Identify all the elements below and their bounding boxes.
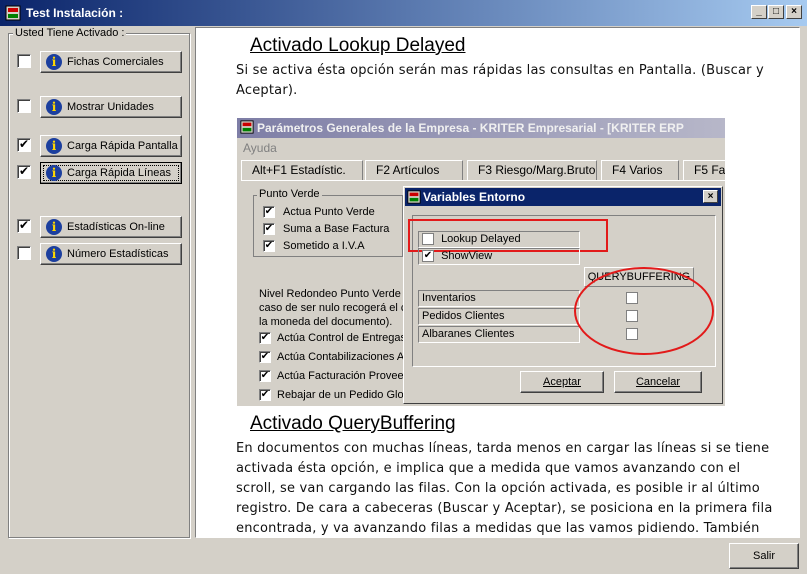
lookup-delayed-checkbox <box>422 233 434 246</box>
info-icon: i <box>46 246 62 262</box>
shot-check: ✔ <box>263 223 275 235</box>
shot-punto-verde-label: Punto Verde <box>257 188 322 200</box>
row-pedidos-clientes: Pedidos Clientes <box>418 308 580 325</box>
carga-rapida-lineas-label: Carga Rápida Líneas <box>67 167 171 179</box>
shot-tab-fa: F5 Fa <box>683 160 725 180</box>
dialog-titlebar: Variables Entorno × <box>405 188 721 206</box>
red-highlight-ellipse <box>574 267 714 355</box>
dialog-close-button: × <box>703 190 718 203</box>
shot-menu-ayuda: Ayuda <box>243 141 277 155</box>
dialog-title: Variables Entorno <box>423 190 526 204</box>
showview-checkbox: ✔ <box>422 250 434 263</box>
checkbox-carga-rapida-pantalla[interactable]: ✔ <box>17 138 31 152</box>
bottom-bar: Salir <box>0 538 807 574</box>
shot-check: ✔ <box>263 240 275 252</box>
fichas-comerciales-button[interactable]: i Fichas Comerciales <box>40 51 182 73</box>
checkbox-carga-rapida-lineas[interactable]: ✔ <box>17 165 31 179</box>
shot-punto-item: Actua Punto Verde <box>283 206 375 218</box>
mostrar-unidades-label: Mostrar Unidades <box>67 101 154 113</box>
checkbox-fichas-comerciales[interactable] <box>17 54 31 68</box>
shot-check: ✔ <box>259 389 271 401</box>
para-querybuffering-line: encontrada, y va avanzando filas a medid… <box>236 521 760 536</box>
window-title: Test Instalación : <box>26 6 124 20</box>
carga-rapida-pantalla-label: Carga Rápida Pantalla <box>67 140 178 152</box>
shot-tab-articulos: F2 Artículos <box>365 160 463 180</box>
shot-titlebar: Parámetros Generales de la Empresa - KRI… <box>237 118 725 138</box>
shot-tab-estadisticas: Alt+F1 Estadístic. <box>241 160 363 180</box>
shot-redondeo-line: Nivel Redondeo Punto Verde <box>259 288 401 300</box>
checkbox-mostrar-unidades[interactable] <box>17 99 31 113</box>
shot-tab-varios: F4 Varios <box>601 160 679 180</box>
showview-row: ✔ ShowView <box>418 248 580 265</box>
info-icon: i <box>46 219 62 235</box>
carga-rapida-pantalla-button[interactable]: i Carga Rápida Pantalla <box>40 135 182 157</box>
shot-punto-item: Suma a Base Factura <box>283 223 390 235</box>
row-inventarios: Inventarios <box>418 290 580 307</box>
exit-button[interactable]: Salir <box>729 543 799 569</box>
app-icon <box>240 120 254 134</box>
shot-punto-item: Sometido a I.V.A <box>283 240 365 252</box>
embedded-screenshot: Parámetros Generales de la Empresa - KRI… <box>237 118 725 406</box>
para-querybuffering-line: registro. De cara a cabeceras (Buscar y … <box>236 501 773 516</box>
shot-variables-entorno-dialog: Variables Entorno × Lookup Delayed ✔ Sho… <box>403 186 723 404</box>
numero-estadisticas-label: Número Estadísticas <box>67 248 169 260</box>
shot-actua-item: Actúa Control de Entregas <box>277 332 407 344</box>
shot-check: ✔ <box>259 370 271 382</box>
heading-lookup-delayed: Activado Lookup Delayed <box>250 35 466 56</box>
lookup-delayed-row: Lookup Delayed <box>418 231 580 248</box>
mostrar-unidades-button[interactable]: i Mostrar Unidades <box>40 96 182 118</box>
estadisticas-online-button[interactable]: i Estadísticas On-line <box>40 216 182 238</box>
fichas-comerciales-label: Fichas Comerciales <box>67 56 164 68</box>
groupbox-label: Usted Tiene Activado : <box>13 27 127 39</box>
help-content-panel[interactable]: Activado Lookup Delayed Si se activa ést… <box>195 27 800 538</box>
dialog-cancel-button: Cancelar <box>614 371 702 393</box>
para-querybuffering-line: scroll, se van cargando las filas. Con l… <box>236 481 760 496</box>
shot-tab-riesgo: F3 Riesgo/Marg.Bruto <box>467 160 597 180</box>
app-icon <box>5 5 21 21</box>
info-icon: i <box>46 138 62 154</box>
window-titlebar: Test Instalación : _ □ × <box>0 0 807 26</box>
app-icon <box>407 190 421 204</box>
maximize-button[interactable]: □ <box>768 5 784 19</box>
shot-actua-item: Rebajar de un Pedido Glo <box>277 389 404 401</box>
carga-rapida-lineas-button[interactable]: i Carga Rápida Líneas <box>40 162 182 184</box>
shot-check: ✔ <box>263 206 275 218</box>
para-lookup-line2: Aceptar). <box>236 83 298 98</box>
para-querybuffering-line: En documentos con muchas líneas, tarda m… <box>236 441 770 456</box>
checkbox-numero-estadisticas[interactable] <box>17 246 31 260</box>
checkbox-estadisticas-online[interactable]: ✔ <box>17 219 31 233</box>
close-button[interactable]: × <box>786 5 802 19</box>
shot-actua-item: Actúa Contabilizaciones A <box>277 351 405 363</box>
showview-label: ShowView <box>441 250 493 262</box>
para-querybuffering-line: activada ésta opción, e implica que a me… <box>236 461 741 476</box>
info-icon: i <box>46 54 62 70</box>
shot-redondeo-line: la moneda del documento). <box>259 316 393 328</box>
shot-actua-item: Actúa Facturación Provee <box>277 370 404 382</box>
shot-check: ✔ <box>259 351 271 363</box>
dialog-accept-button: Aceptar <box>520 371 604 393</box>
para-lookup-line1: Si se activa ésta opción serán mas rápid… <box>236 63 764 78</box>
lookup-delayed-label: Lookup Delayed <box>441 233 521 245</box>
info-icon: i <box>46 99 62 115</box>
row-albaranes-clientes: Albaranes Clientes <box>418 326 580 343</box>
heading-querybuffering: Activado QueryBuffering <box>250 413 456 434</box>
info-icon: i <box>46 165 62 181</box>
numero-estadisticas-button[interactable]: i Número Estadísticas <box>40 243 182 265</box>
minimize-button[interactable]: _ <box>751 5 767 19</box>
shot-redondeo-line: caso de ser nulo recogerá el c <box>259 302 407 314</box>
shot-title: Parámetros Generales de la Empresa - KRI… <box>257 121 684 135</box>
shot-check: ✔ <box>259 332 271 344</box>
estadisticas-online-label: Estadísticas On-line <box>67 221 165 233</box>
